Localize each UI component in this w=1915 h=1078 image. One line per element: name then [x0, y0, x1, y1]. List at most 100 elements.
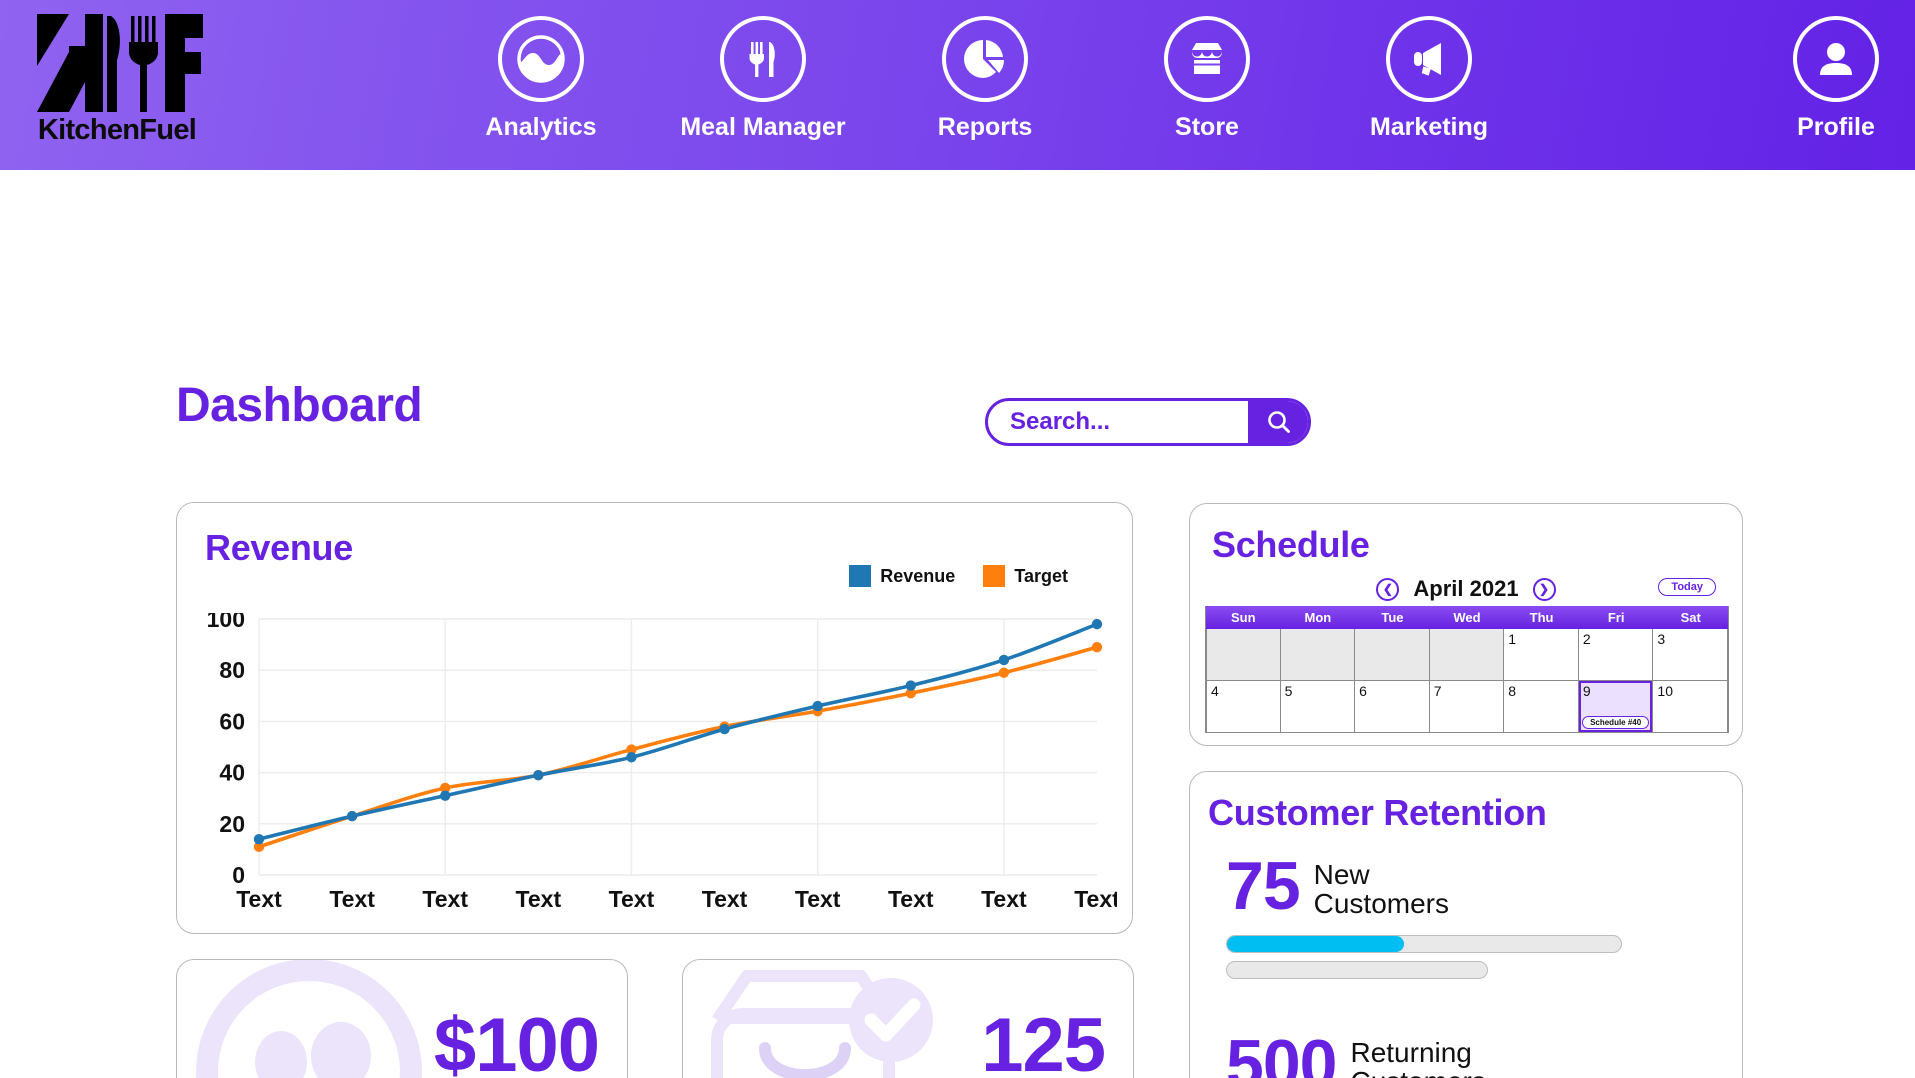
calendar-cell-empty: [1429, 629, 1505, 681]
calendar-day-number: 8: [1508, 683, 1517, 699]
calendar-cell-empty: [1355, 629, 1430, 681]
calendar-day-number: 5: [1284, 683, 1293, 699]
svg-text:Text: Text: [516, 886, 562, 912]
new-customers-label-line2: Customers: [1313, 888, 1450, 920]
calendar-weekday-tue: Tue: [1381, 610, 1404, 625]
chevron-right-icon[interactable]: ❯: [1532, 577, 1556, 601]
calendar-week-row: 4 5 6 7 8 9 Schedule #40 10: [1206, 681, 1728, 733]
nav-item-profile[interactable]: Profile: [1793, 16, 1879, 142]
orders-received-value: 125: [981, 1003, 1106, 1078]
calendar-day-number: 6: [1359, 683, 1367, 699]
svg-text:Text: Text: [1074, 886, 1117, 912]
calendar-day-6[interactable]: 6: [1355, 681, 1430, 733]
nav-item-analytics[interactable]: Analytics: [430, 16, 652, 142]
search-bar: [985, 398, 1311, 446]
new-customers-number: 75: [1226, 848, 1301, 924]
calendar-day-7[interactable]: 7: [1429, 681, 1505, 733]
customer-retention-card: Customer Retention 75 New Customers 500: [1189, 771, 1743, 1078]
nav-item-meal-manager[interactable]: Meal Manager: [652, 16, 874, 142]
legend-swatch-revenue: [849, 565, 872, 587]
svg-text:40: 40: [219, 760, 245, 786]
new-customers-progress-bar: [1226, 934, 1622, 953]
chart-legend: Revenue Target: [849, 565, 1068, 587]
user-avatar-icon: [1793, 16, 1879, 102]
legend-item-revenue[interactable]: Revenue: [849, 565, 955, 587]
svg-text:0: 0: [232, 862, 245, 888]
today-button[interactable]: Today: [1658, 578, 1716, 596]
chevron-left-icon[interactable]: ❮: [1376, 577, 1400, 601]
returning-customers-label-line1: Returning: [1350, 1037, 1472, 1068]
calendar-day-10[interactable]: 10: [1653, 681, 1728, 733]
calendar-grid: Sun Mon Tue Wed Thu Fri Sat 1 2 3 4 5 6 7 8 9 Schedule …: [1205, 606, 1729, 733]
search-input[interactable]: [988, 401, 1256, 443]
calendar-weekday-thu: Thu: [1529, 610, 1554, 625]
svg-text:Text: Text: [702, 886, 748, 912]
calendar-day-5[interactable]: 5: [1280, 681, 1356, 733]
new-customers-progress-fill: [1227, 935, 1405, 952]
legend-label-target: Target: [1014, 565, 1068, 586]
orders-received-card: 125 Orders Received: [682, 959, 1134, 1078]
average-order-size-card: $100 Average Order Size: [176, 959, 628, 1078]
calendar-weekday-fri: Fri: [1607, 610, 1625, 625]
calendar-day-3[interactable]: 3: [1653, 629, 1728, 681]
legend-label-revenue: Revenue: [880, 565, 956, 586]
fork-knife-icon: [720, 16, 806, 102]
svg-text:100: 100: [207, 613, 245, 632]
retention-metric-new-customers: 75 New Customers: [1226, 848, 1626, 979]
nav-label-marketing: Marketing: [1369, 113, 1489, 141]
retention-metric-returning-customers: 500 Returning Customers: [1226, 1026, 1626, 1078]
knife-fork-kf-logo-icon: [37, 14, 203, 112]
calendar-weekday-sun: Sun: [1231, 610, 1256, 625]
returning-customers-number: 500: [1226, 1026, 1337, 1078]
dashboard-body: Dashboard Revenue Revenue Target: [0, 170, 1915, 1078]
returning-customers-label-line2: Customers: [1350, 1067, 1485, 1078]
svg-text:Text: Text: [609, 886, 655, 912]
calendar-cell-empty: [1206, 629, 1281, 681]
calendar-day-9[interactable]: 9 Schedule #40: [1578, 681, 1654, 733]
calendar-day-number: 2: [1582, 631, 1591, 647]
storefront-icon: [1164, 16, 1250, 102]
svg-text:Text: Text: [422, 886, 468, 912]
new-customers-secondary-bar: [1226, 960, 1488, 979]
page-title: Dashboard: [176, 379, 423, 432]
pie-chart-icon: [942, 16, 1028, 102]
calendar-day-number: 1: [1508, 631, 1517, 647]
average-order-size-value: $100: [433, 1003, 600, 1078]
svg-text:Text: Text: [329, 886, 375, 912]
calendar-event-pill[interactable]: Schedule #40: [1581, 716, 1650, 729]
calendar-week-row: 1 2 3: [1206, 629, 1728, 681]
calendar-day-2[interactable]: 2: [1578, 629, 1654, 681]
calendar-weekday-header: Sun Mon Tue Wed Thu Fri Sat: [1206, 606, 1728, 629]
calendar-day-number: 3: [1657, 631, 1666, 647]
calendar-weekday-sat: Sat: [1680, 610, 1701, 625]
megaphone-icon: [1386, 16, 1472, 102]
calendar-cell-empty: [1280, 629, 1356, 681]
revenue-card: Revenue Revenue Target 0 20 40 60 80 100 Text T…: [176, 502, 1133, 934]
calendar-day-8[interactable]: 8: [1504, 681, 1579, 733]
nav-label-meal-manager: Meal Manager: [680, 113, 846, 141]
main-nav: Analytics Meal Manager Reports Store Mar…: [430, 16, 1540, 142]
customer-retention-title: Customer Retention: [1208, 792, 1547, 833]
legend-item-target[interactable]: Target: [983, 565, 1068, 587]
svg-text:Text: Text: [236, 886, 282, 912]
calendar-day-number: 10: [1657, 683, 1673, 699]
analytics-wave-circle-icon: [498, 16, 584, 102]
svg-text:Text: Text: [981, 886, 1027, 912]
nav-item-reports[interactable]: Reports: [874, 16, 1096, 142]
svg-text:80: 80: [219, 657, 245, 683]
nav-label-store: Store: [1175, 113, 1239, 141]
calendar-day-number: 4: [1211, 683, 1219, 699]
app-header: KitchenFuel Analytics Meal Manager Repor…: [0, 0, 1915, 170]
svg-text:60: 60: [219, 708, 245, 734]
search-button[interactable]: [1248, 401, 1308, 443]
brand-logo[interactable]: KitchenFuel: [22, 8, 212, 158]
revenue-line-chart[interactable]: 0 20 40 60 80 100 Text Text Text Text Text Text Text…: [197, 613, 1117, 923]
calendar-body: 1 2 3 4 5 6 7 8 9 Schedule #40 10: [1206, 629, 1728, 733]
calendar-day-4[interactable]: 4: [1206, 681, 1281, 733]
legend-swatch-target: [983, 565, 1006, 587]
nav-item-store[interactable]: Store: [1096, 16, 1318, 142]
calendar-day-1[interactable]: 1: [1504, 629, 1579, 681]
svg-text:20: 20: [219, 811, 245, 837]
calendar-month-label: April 2021: [1413, 576, 1519, 601]
nav-item-marketing[interactable]: Marketing: [1318, 16, 1540, 142]
